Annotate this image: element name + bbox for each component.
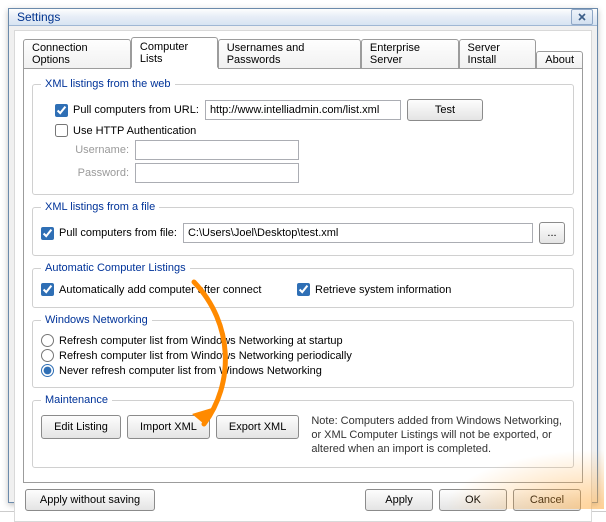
legend-xml-web: XML listings from the web <box>41 78 175 90</box>
check-pull-file[interactable]: Pull computers from file: <box>41 227 177 240</box>
test-button[interactable]: Test <box>407 99 483 121</box>
radio-refresh-never-label: Never refresh computer list from Windows… <box>59 365 322 377</box>
edit-listing-button[interactable]: Edit Listing <box>41 415 121 439</box>
check-http-auth[interactable]: Use HTTP Authentication <box>55 124 196 137</box>
radio-refresh-startup[interactable]: Refresh computer list from Windows Netwo… <box>41 334 565 347</box>
tab-enterprise-server[interactable]: Enterprise Server <box>361 39 459 69</box>
check-auto-add[interactable]: Automatically add computer after connect <box>41 283 291 296</box>
check-http-auth-box[interactable] <box>55 124 68 137</box>
radio-refresh-startup-label: Refresh computer list from Windows Netwo… <box>59 335 343 347</box>
apply-without-saving-button[interactable]: Apply without saving <box>25 489 155 511</box>
file-path-input[interactable] <box>183 223 533 243</box>
radio-refresh-startup-box[interactable] <box>41 334 54 347</box>
tab-computer-lists[interactable]: Computer Lists <box>131 37 218 68</box>
radio-refresh-periodic[interactable]: Refresh computer list from Windows Netwo… <box>41 349 565 362</box>
password-label: Password: <box>71 167 129 179</box>
check-http-auth-label: Use HTTP Authentication <box>73 125 196 137</box>
check-pull-file-label: Pull computers from file: <box>59 227 177 239</box>
check-pull-url[interactable]: Pull computers from URL: <box>55 104 199 117</box>
legend-xml-file: XML listings from a file <box>41 201 159 213</box>
group-maintenance: Maintenance Edit Listing Import XML Expo… <box>32 394 574 468</box>
group-xml-web: XML listings from the web Pull computers… <box>32 78 574 195</box>
check-retrieve-sysinfo[interactable]: Retrieve system information <box>297 283 451 296</box>
close-button[interactable] <box>571 9 593 25</box>
radio-refresh-periodic-box[interactable] <box>41 349 54 362</box>
group-auto-listings: Automatic Computer Listings Automaticall… <box>32 262 574 308</box>
tabstrip: Connection Options Computer Lists Userna… <box>23 37 583 68</box>
tab-about[interactable]: About <box>536 51 583 69</box>
group-xml-file: XML listings from a file Pull computers … <box>32 201 574 256</box>
legend-auto-listings: Automatic Computer Listings <box>41 262 190 274</box>
window-title: Settings <box>17 10 571 24</box>
check-pull-file-box[interactable] <box>41 227 54 240</box>
check-retrieve-sysinfo-box[interactable] <box>297 283 310 296</box>
import-xml-button[interactable]: Import XML <box>127 415 210 439</box>
check-pull-url-box[interactable] <box>55 104 68 117</box>
tab-server-install[interactable]: Server Install <box>459 39 537 69</box>
settings-window: Settings Connection Options Computer Lis… <box>8 8 598 503</box>
url-input[interactable] <box>205 100 401 120</box>
tab-usernames-passwords[interactable]: Usernames and Passwords <box>218 39 361 69</box>
titlebar: Settings <box>9 9 597 26</box>
radio-refresh-never-box[interactable] <box>41 364 54 377</box>
apply-button[interactable]: Apply <box>365 489 433 511</box>
legend-windows-networking: Windows Networking <box>41 314 152 326</box>
radio-refresh-periodic-label: Refresh computer list from Windows Netwo… <box>59 350 352 362</box>
client-area: Connection Options Computer Lists Userna… <box>14 30 592 522</box>
radio-refresh-never[interactable]: Never refresh computer list from Windows… <box>41 364 565 377</box>
username-input[interactable] <box>135 140 299 160</box>
check-retrieve-sysinfo-label: Retrieve system information <box>315 284 451 296</box>
cancel-button[interactable]: Cancel <box>513 489 581 511</box>
check-pull-url-label: Pull computers from URL: <box>73 104 199 116</box>
check-auto-add-box[interactable] <box>41 283 54 296</box>
group-windows-networking: Windows Networking Refresh computer list… <box>32 314 574 388</box>
ok-button[interactable]: OK <box>439 489 507 511</box>
tab-connection-options[interactable]: Connection Options <box>23 39 131 69</box>
maintenance-note: Note: Computers added from Windows Netwo… <box>311 415 565 456</box>
close-icon <box>578 13 586 21</box>
button-bar: Apply without saving Apply OK Cancel <box>23 483 583 513</box>
check-auto-add-label: Automatically add computer after connect <box>59 284 261 296</box>
browse-button[interactable]: ... <box>539 222 565 244</box>
export-xml-button[interactable]: Export XML <box>216 415 299 439</box>
legend-maintenance: Maintenance <box>41 394 112 406</box>
password-input[interactable] <box>135 163 299 183</box>
username-label: Username: <box>71 144 129 156</box>
tabpage-computer-lists: XML listings from the web Pull computers… <box>23 67 583 483</box>
